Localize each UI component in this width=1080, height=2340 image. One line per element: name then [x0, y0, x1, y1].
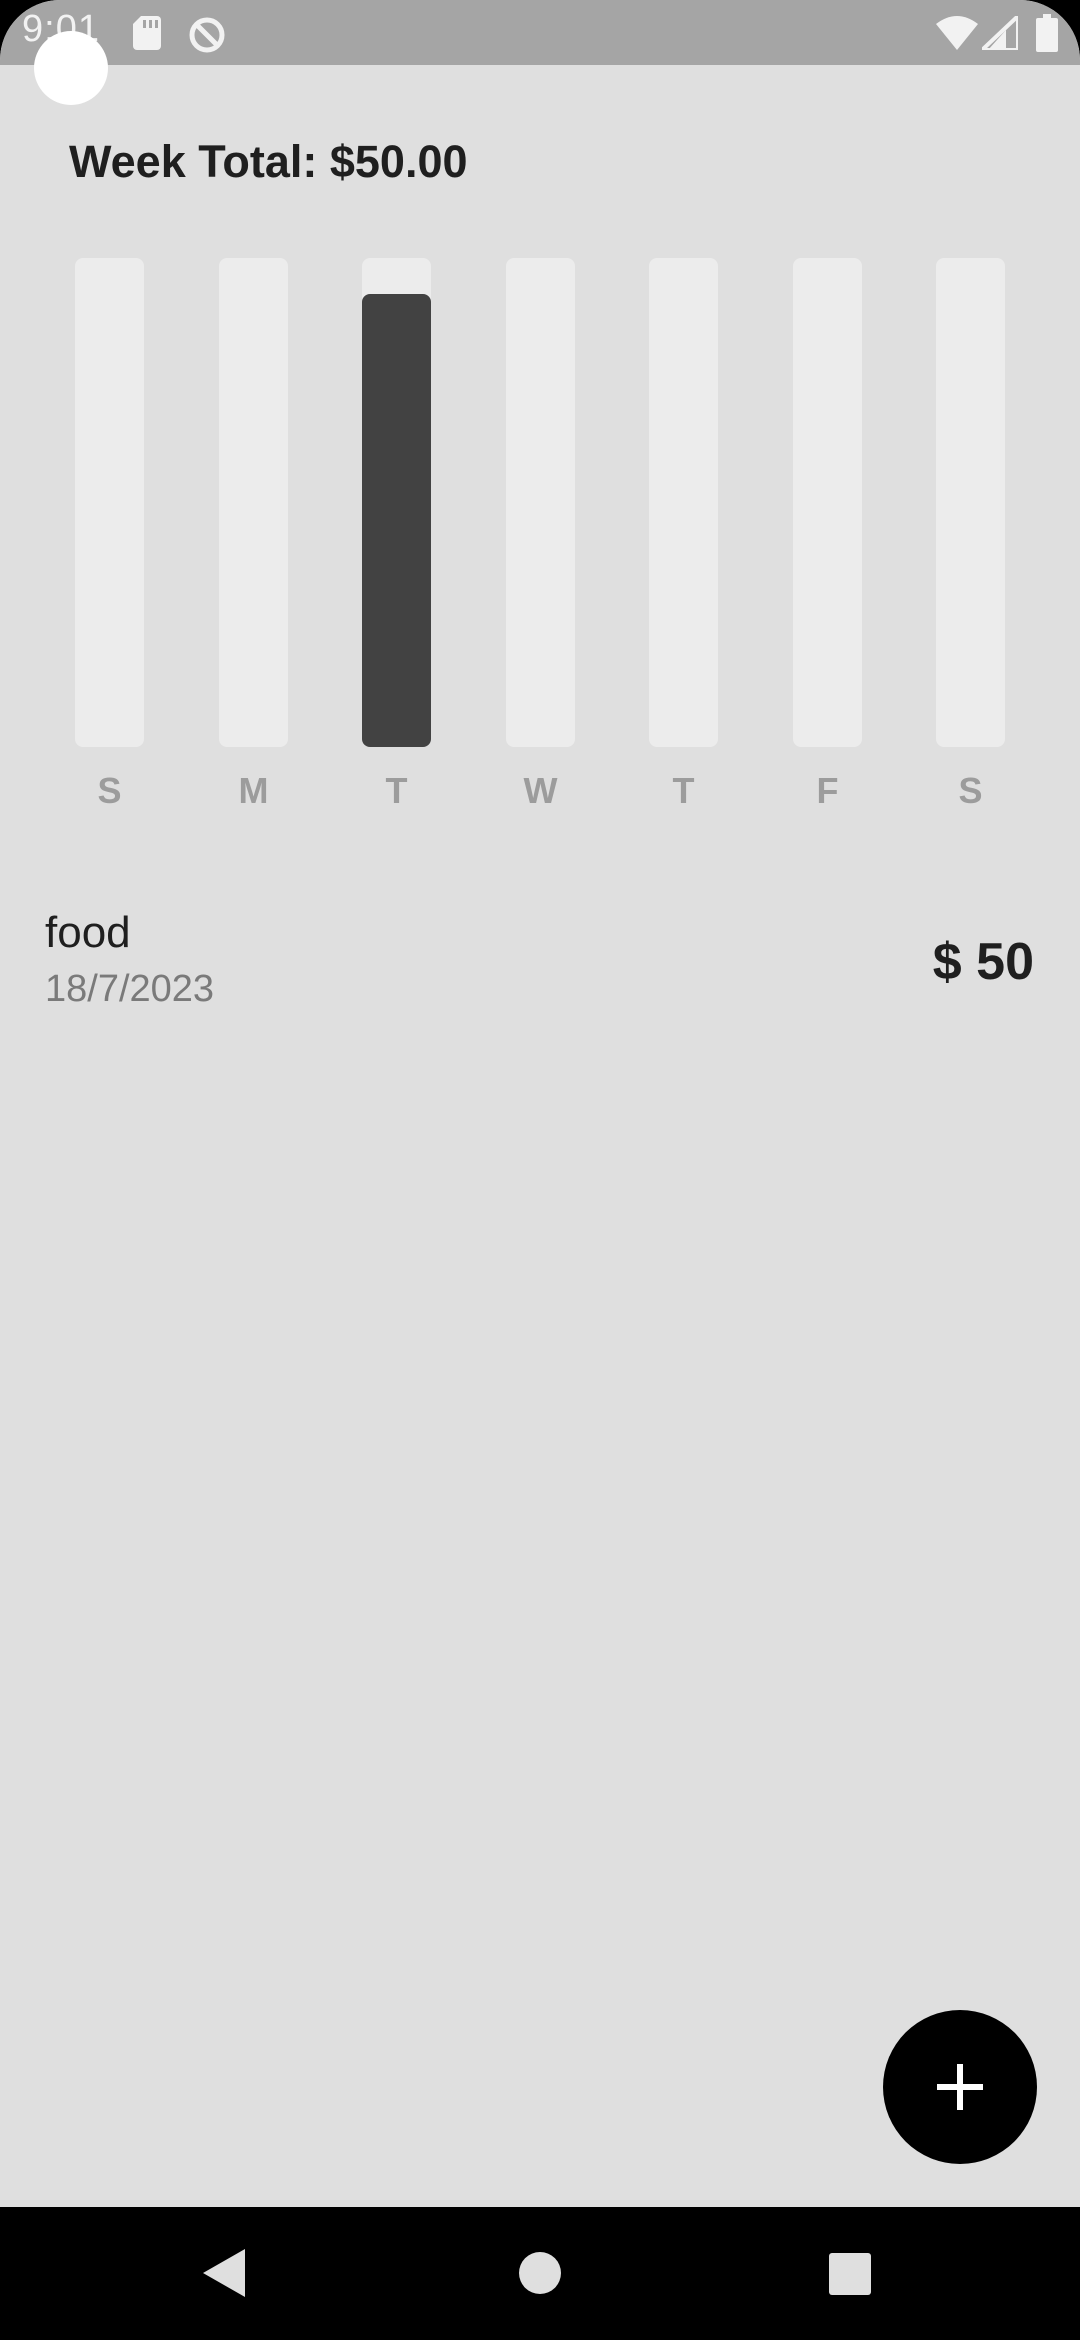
bar-track — [936, 258, 1005, 747]
day-label: W — [523, 770, 558, 811]
transaction-amount: $ 50 — [932, 933, 1034, 991]
back-icon[interactable] — [203, 2249, 245, 2297]
transaction-title: food — [45, 908, 131, 957]
bar-track — [75, 258, 144, 747]
day-label: S — [97, 770, 122, 811]
bar-track — [649, 258, 718, 747]
plus-icon — [937, 2064, 983, 2110]
bar-fill — [362, 294, 431, 747]
bar-track — [506, 258, 575, 747]
day-label: F — [816, 770, 839, 811]
bar-track — [219, 258, 288, 747]
transaction-date: 18/7/2023 — [45, 968, 215, 1010]
add-transaction-button[interactable] — [883, 2010, 1037, 2164]
app-screen: 9:01 Week Total: $50.00 SMTWTFS food 18/… — [0, 0, 1080, 2340]
day-label: S — [958, 770, 983, 811]
bar-track — [793, 258, 862, 747]
weekly-bar-chart: SMTWTFS — [0, 0, 1080, 830]
day-label: T — [385, 770, 408, 811]
day-label: M — [238, 770, 269, 811]
home-icon[interactable] — [519, 2252, 561, 2294]
navigation-bar — [0, 2207, 1080, 2340]
recents-icon[interactable] — [829, 2253, 871, 2295]
bar-track — [362, 258, 431, 747]
day-label: T — [672, 770, 695, 811]
